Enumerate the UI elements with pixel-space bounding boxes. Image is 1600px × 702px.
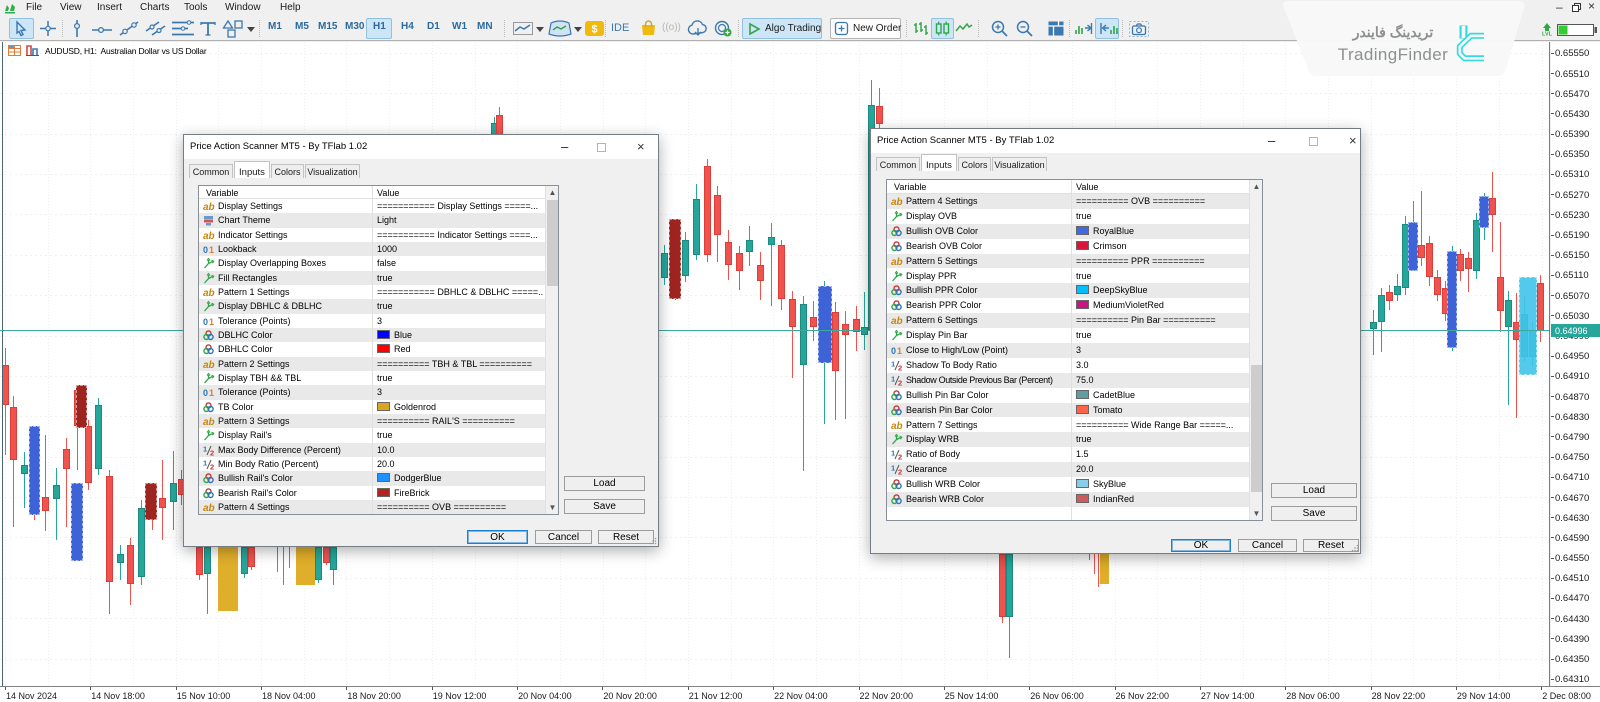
svg-text:1: 1 [891,359,895,368]
svg-text:1: 1 [891,374,895,383]
svg-text:1: 1 [209,245,214,255]
svg-text:1: 1 [891,449,895,458]
svg-text:1: 1 [897,346,902,356]
svg-text:0: 0 [203,388,208,398]
svg-text:ab: ab [203,360,215,371]
svg-text:2: 2 [898,453,902,462]
svg-text:LVL: LVL [1542,32,1553,38]
svg-text:ab: ab [891,421,903,432]
svg-text:2: 2 [210,463,214,472]
svg-text:ab: ab [203,202,215,213]
svg-text:0: 0 [203,245,208,255]
svg-text:1: 1 [203,444,207,453]
svg-text:2: 2 [898,468,902,477]
svg-text:ab: ab [891,257,903,268]
svg-text:1: 1 [891,464,895,473]
svg-text:2: 2 [898,363,902,372]
svg-text:1: 1 [209,388,214,398]
svg-text:1: 1 [209,317,214,327]
svg-text:ab: ab [203,417,215,428]
svg-text:2: 2 [210,448,214,457]
svg-text:1: 1 [203,459,207,468]
svg-text:ab: ab [203,231,215,242]
svg-text:2: 2 [898,378,902,387]
svg-text:0: 0 [203,317,208,327]
svg-text:ab: ab [891,197,903,208]
svg-text:0: 0 [891,346,896,356]
svg-text:ab: ab [891,316,903,327]
svg-text:ab: ab [203,503,215,514]
svg-text:ab: ab [203,288,215,299]
